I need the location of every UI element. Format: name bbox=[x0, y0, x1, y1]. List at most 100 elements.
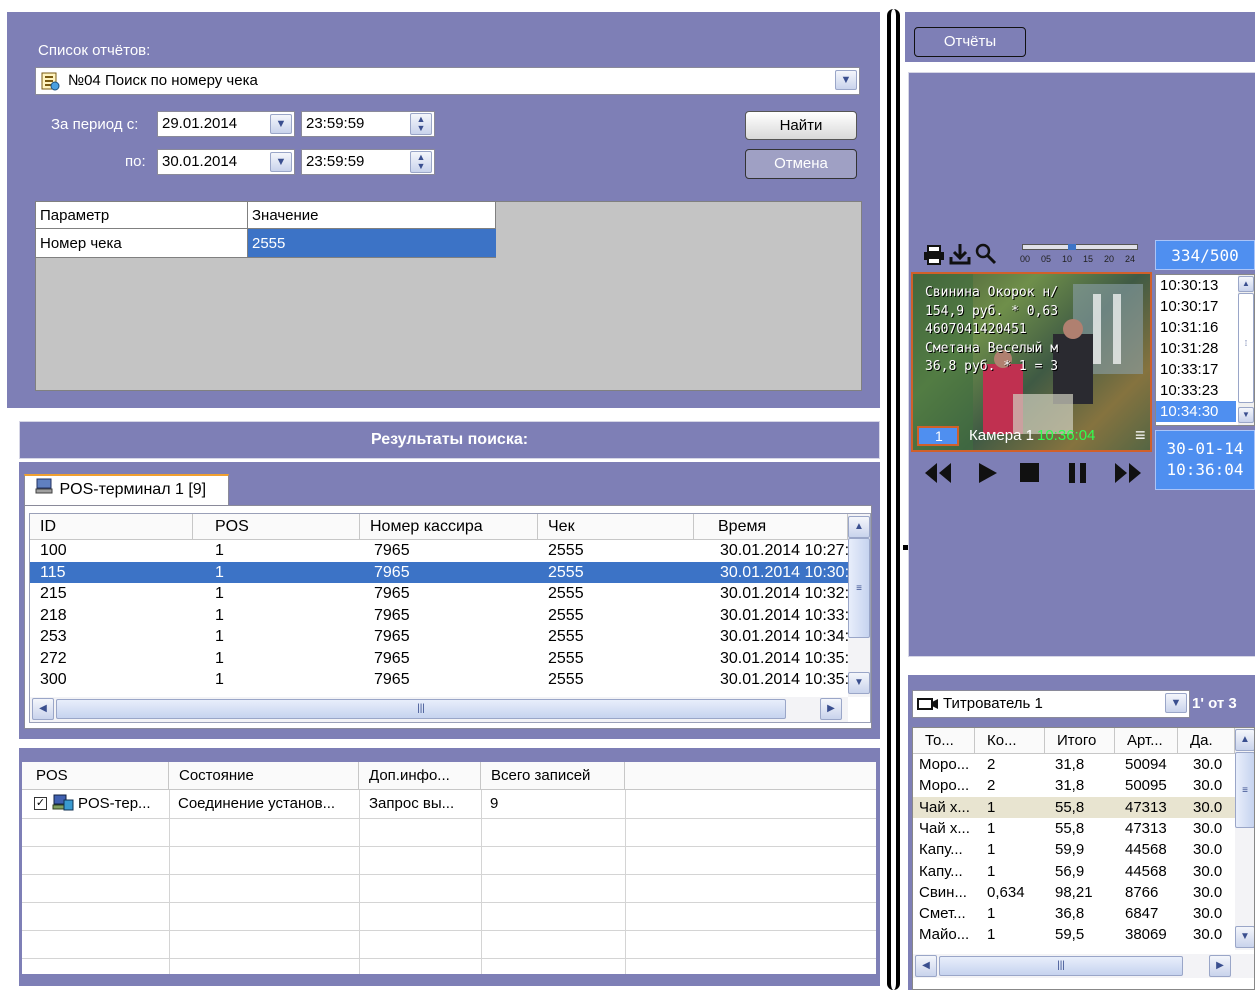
scroll-hthumb[interactable]: ||| bbox=[939, 956, 1183, 976]
date-to-field[interactable]: 30.01.2014 ▼ bbox=[157, 149, 295, 175]
titrator-row[interactable]: Чай х... 1 55,8 47313 30.0 bbox=[913, 796, 1235, 818]
pos-col-header-pos[interactable]: POS bbox=[22, 762, 169, 790]
times-scrollbar[interactable]: ▲ ⁞ ▼ bbox=[1238, 275, 1254, 425]
scroll-right-icon[interactable]: ▶ bbox=[1209, 955, 1231, 977]
table-row[interactable]: 218 1 7965 2555 30.01.2014 10:33: bbox=[30, 605, 848, 627]
titrator-col-header[interactable]: Да. bbox=[1178, 728, 1235, 754]
event-time-item[interactable]: 10:31:16 bbox=[1156, 317, 1236, 338]
titrator-vscrollbar[interactable]: ▲ ≡ ▼ bbox=[1235, 728, 1254, 950]
results-vscrollbar[interactable]: ▲ ≡ ▼ bbox=[848, 514, 870, 697]
report-select[interactable]: №04 Поиск по номеру чека ▼ bbox=[35, 67, 860, 95]
chevron-down-icon[interactable]: ▼ bbox=[1165, 693, 1187, 713]
chevron-down-icon[interactable]: ▼ bbox=[835, 70, 857, 90]
table-cell-id: 218 bbox=[40, 606, 67, 624]
video-frame[interactable]: Свинина Окорок н/154,9 руб. * 0,63 460704… bbox=[911, 272, 1152, 452]
scroll-up-icon[interactable]: ▲ bbox=[1235, 729, 1254, 751]
time-to-value: 23:59:59 bbox=[306, 153, 365, 170]
col-header-check[interactable]: Чек bbox=[538, 514, 694, 540]
checkbox[interactable]: ✓ bbox=[34, 797, 47, 810]
titrator-row[interactable]: Моро... 2 31,8 50094 30.0 bbox=[913, 754, 1235, 775]
download-icon[interactable] bbox=[948, 242, 972, 270]
results-hscrollbar[interactable]: ◀ ||| ▶ bbox=[30, 697, 848, 722]
scroll-up-icon[interactable]: ▲ bbox=[848, 516, 870, 538]
scroll-down-icon[interactable]: ▼ bbox=[1235, 926, 1254, 948]
titrator-row[interactable]: Чай х... 1 55,8 47313 30.0 bbox=[913, 818, 1235, 839]
col-header-pos[interactable]: POS bbox=[193, 514, 360, 540]
titrator-row[interactable]: Майо... 1 59,5 38069 30.0 bbox=[913, 924, 1235, 945]
titrator-col-header[interactable]: Ко... bbox=[975, 728, 1045, 754]
scroll-down-icon[interactable]: ▼ bbox=[1238, 407, 1254, 423]
chevron-down-icon[interactable]: ▼ bbox=[270, 114, 292, 134]
titrator-hscrollbar[interactable]: ◀ ||| ▶ bbox=[913, 954, 1254, 978]
spinner-icon[interactable]: ▲ ▼ bbox=[410, 151, 432, 173]
param-value-cell[interactable]: 2555 bbox=[248, 229, 496, 258]
scroll-thumb[interactable]: ⁞ bbox=[1238, 293, 1254, 403]
table-row[interactable]: 253 1 7965 2555 30.01.2014 10:34: bbox=[30, 626, 848, 648]
tab-pos-terminal[interactable]: POS-терминал 1 [9] bbox=[24, 474, 229, 506]
find-button[interactable]: Найти bbox=[745, 111, 857, 140]
spinner-icon[interactable]: ▲ ▼ bbox=[410, 113, 432, 135]
titrator-row[interactable]: Свин... 0,634 98,21 8766 30.0 bbox=[913, 882, 1235, 903]
titrator-row[interactable]: Капу... 1 56,9 44568 30.0 bbox=[913, 861, 1235, 882]
table-row[interactable]: 100 1 7965 2555 30.01.2014 10:27: bbox=[30, 540, 848, 562]
time-from-field[interactable]: 23:59:59 ▲ ▼ bbox=[301, 111, 435, 137]
titrator-row[interactable]: Капу... 1 59,9 44568 30.0 bbox=[913, 839, 1235, 860]
titrator-row[interactable]: Моро... 2 31,8 50095 30.0 bbox=[913, 775, 1235, 796]
pos-col-header-total[interactable]: Всего записей bbox=[481, 762, 625, 790]
titrator-cell: 6847 bbox=[1125, 905, 1159, 923]
scroll-right-icon[interactable]: ▶ bbox=[820, 698, 842, 720]
play-icon[interactable] bbox=[977, 461, 999, 489]
cancel-button[interactable]: Отмена bbox=[745, 149, 857, 179]
menu-icon[interactable]: ≡ bbox=[1135, 426, 1146, 444]
event-time-item[interactable]: 10:33:23 bbox=[1156, 380, 1236, 401]
event-time-item[interactable]: 10:34:30 bbox=[1156, 401, 1236, 422]
timeline-slider[interactable]: 00 05 10 15 20 24 bbox=[1020, 244, 1138, 268]
grid-line bbox=[22, 846, 876, 847]
titrator-select[interactable]: Титрователь 1 ▼ bbox=[912, 690, 1190, 718]
titrator-cell: 2 bbox=[987, 756, 996, 773]
stop-icon[interactable] bbox=[1019, 462, 1041, 488]
titrator-cell: 1 bbox=[987, 905, 996, 923]
pause-icon[interactable] bbox=[1067, 462, 1089, 488]
col-header-cashier[interactable]: Номер кассира bbox=[360, 514, 538, 540]
scroll-down-icon[interactable]: ▼ bbox=[848, 672, 870, 694]
scroll-thumb[interactable]: ≡ bbox=[848, 538, 870, 638]
event-time-item[interactable]: 10:30:17 bbox=[1156, 296, 1236, 317]
table-row[interactable]: 115 1 7965 2555 30.01.2014 10:30: bbox=[30, 561, 848, 583]
pos-col-header-state[interactable]: Состояние bbox=[169, 762, 359, 790]
table-cell-cashier: 7965 bbox=[374, 585, 410, 602]
scroll-thumb[interactable]: ≡ bbox=[1235, 752, 1254, 828]
titrator-row[interactable]: Смет... 1 36,8 6847 30.0 bbox=[913, 903, 1235, 924]
date-from-field[interactable]: 29.01.2014 ▼ bbox=[157, 111, 295, 137]
scroll-left-icon[interactable]: ◀ bbox=[32, 698, 54, 720]
titrator-col-header[interactable]: Арт... bbox=[1115, 728, 1178, 754]
scroll-left-icon[interactable]: ◀ bbox=[915, 955, 937, 977]
search-icon[interactable] bbox=[974, 242, 998, 270]
titrator-cell: 30.0 bbox=[1193, 862, 1223, 880]
overlay-line: Свинина Окорок н/ bbox=[925, 285, 1059, 300]
pos-col-header-info[interactable]: Доп.инфо... bbox=[359, 762, 481, 790]
time-to-field[interactable]: 23:59:59 ▲ ▼ bbox=[301, 149, 435, 175]
chevron-down-icon[interactable]: ▼ bbox=[270, 152, 292, 172]
fast-forward-icon[interactable] bbox=[1113, 461, 1143, 489]
table-cell-cashier: 7965 bbox=[374, 649, 410, 667]
event-time-item[interactable]: 10:30:13 bbox=[1156, 275, 1236, 296]
event-time-item[interactable]: 10:33:17 bbox=[1156, 359, 1236, 380]
event-time-item[interactable]: 10:31:28 bbox=[1156, 338, 1236, 359]
rewind-icon[interactable] bbox=[923, 461, 953, 489]
table-row[interactable]: 272 1 7965 2555 30.01.2014 10:35: bbox=[30, 648, 848, 670]
table-row[interactable]: 300 1 7965 2555 30.01.2014 10:35: bbox=[30, 669, 848, 691]
print-icon[interactable] bbox=[922, 244, 946, 270]
titrator-col-header[interactable]: Итого bbox=[1045, 728, 1115, 754]
table-row[interactable]: 215 1 7965 2555 30.01.2014 10:32: bbox=[30, 583, 848, 605]
reports-button[interactable]: Отчёты bbox=[914, 27, 1026, 57]
col-header-time[interactable]: Время bbox=[694, 514, 848, 540]
col-header-id[interactable]: ID bbox=[30, 514, 193, 540]
titrator-col-header[interactable]: То... bbox=[913, 728, 975, 754]
scroll-up-icon[interactable]: ▲ bbox=[1238, 276, 1254, 292]
pos-row[interactable]: ✓ POS-тер... Соединение установ... Запро… bbox=[22, 790, 876, 818]
titrator-cell: 98,21 bbox=[1055, 883, 1093, 901]
separator-bar[interactable] bbox=[883, 9, 905, 990]
scroll-hthumb[interactable]: ||| bbox=[56, 699, 786, 719]
date-display: 30-01-14 bbox=[1166, 439, 1244, 458]
